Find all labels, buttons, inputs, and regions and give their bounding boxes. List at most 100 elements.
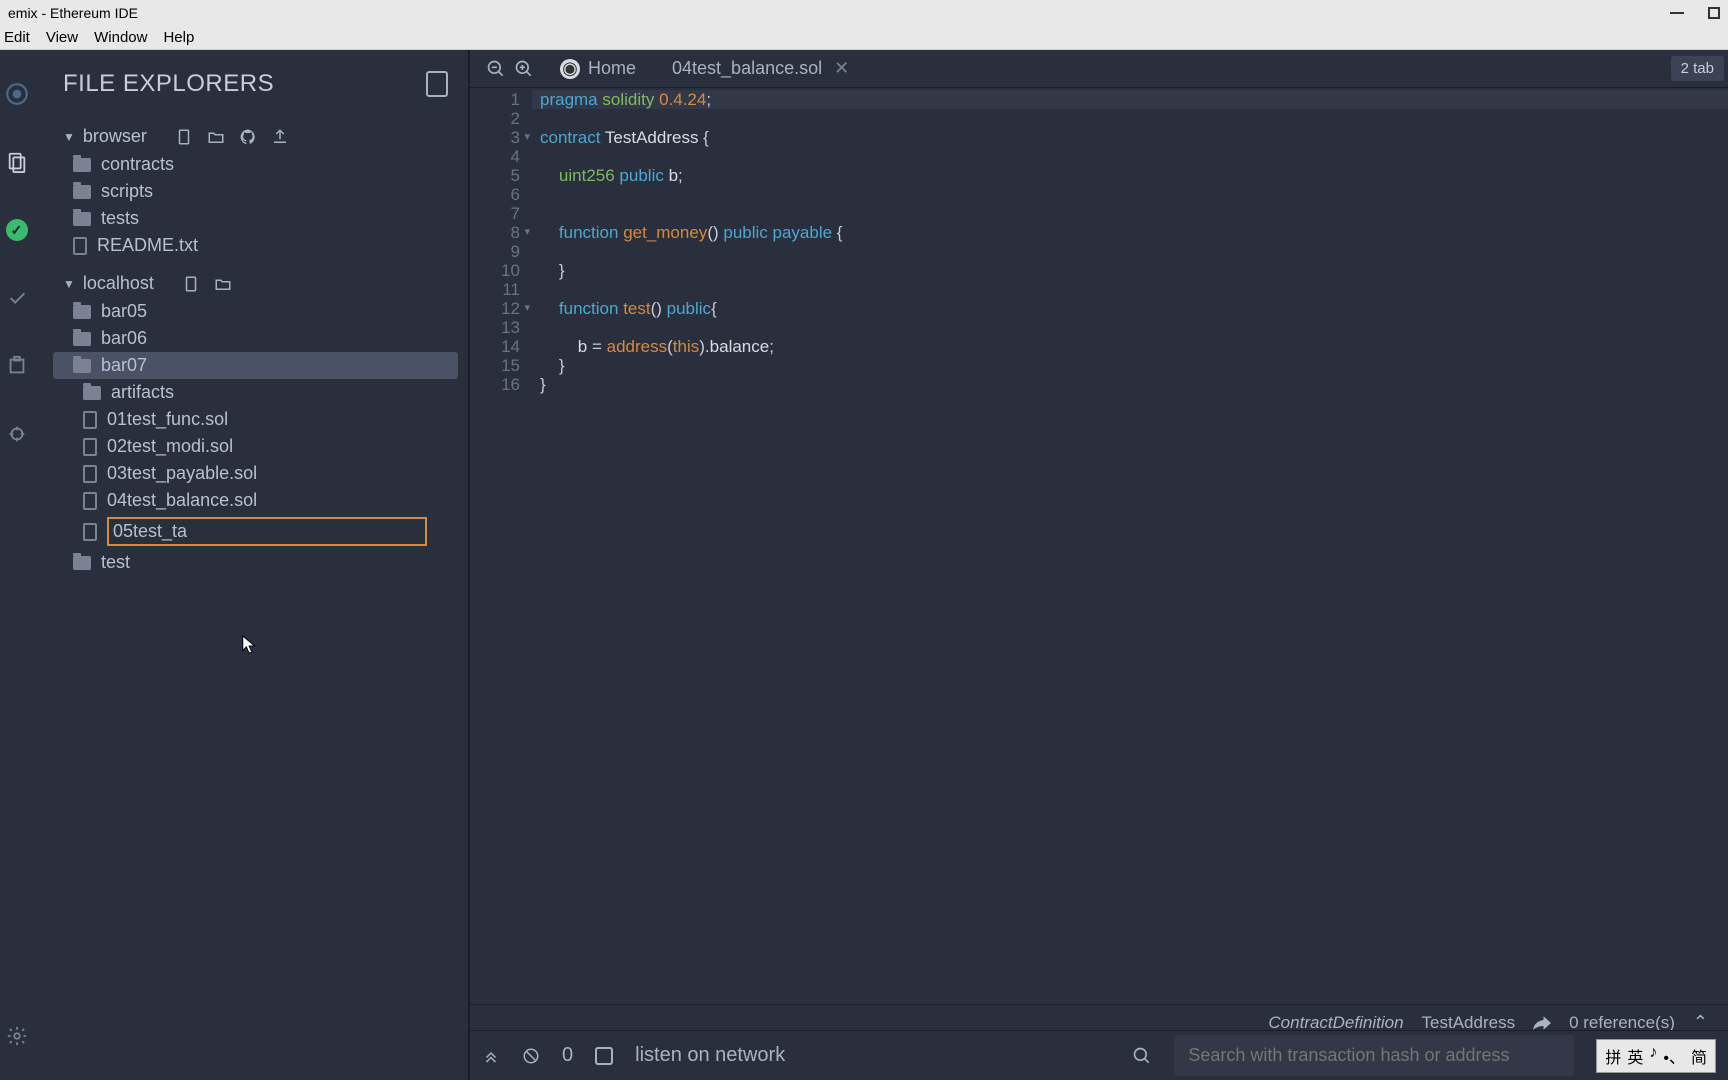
tree-folder-selected[interactable]: bar07 xyxy=(53,352,458,379)
caret-down-icon: ▼ xyxy=(63,277,75,291)
tree-file[interactable]: README.txt xyxy=(63,232,448,259)
ime-item[interactable]: 简 xyxy=(1691,1044,1707,1068)
menu-view[interactable]: View xyxy=(46,29,78,46)
tree-folder[interactable]: contracts xyxy=(63,151,448,178)
tree-file[interactable]: 01test_func.sol xyxy=(63,406,448,433)
icon-sidebar: ✓ xyxy=(0,50,33,1080)
panel-header: FILE EXPLORERS xyxy=(63,70,448,98)
rename-input[interactable] xyxy=(107,517,427,546)
home-icon: ◉ xyxy=(560,59,580,79)
menu-window[interactable]: Window xyxy=(94,29,147,46)
new-file-icon[interactable] xyxy=(175,128,193,146)
tree-folder[interactable]: bar05 xyxy=(63,298,448,325)
tree-label: artifacts xyxy=(111,382,174,403)
folder-icon xyxy=(73,556,91,570)
main-layout: ✓ FILE EXPLORERS ▼ browser xyxy=(0,50,1728,1080)
document-icon[interactable] xyxy=(426,71,448,97)
folder-icon xyxy=(73,158,91,172)
file-icon xyxy=(73,237,87,255)
search-icon[interactable] xyxy=(1132,1046,1152,1066)
tabs-count-badge[interactable]: 2 tab xyxy=(1671,56,1724,81)
pending-count: 0 xyxy=(562,1044,573,1067)
code-text[interactable]: pragma solidity 0.4.24; contract TestAdd… xyxy=(532,88,1728,1080)
expand-icon[interactable] xyxy=(482,1047,500,1065)
caret-down-icon: ▼ xyxy=(63,130,75,144)
tree-label: 03test_payable.sol xyxy=(107,463,257,484)
code-editor[interactable]: 123▾45678▾9101112▾13141516 pragma solidi… xyxy=(470,88,1728,1080)
settings-icon[interactable] xyxy=(3,1022,31,1050)
tab-bar: ◉ Home 04test_balance.sol ✕ 2 tab xyxy=(470,50,1728,88)
zoom-in-icon[interactable] xyxy=(514,59,534,79)
workspace-browser-header[interactable]: ▼ browser xyxy=(63,126,448,147)
file-explorer-icon[interactable] xyxy=(3,148,31,176)
ime-toolbar[interactable]: 拼 英 ♪ •、 简 xyxy=(1596,1039,1716,1073)
tree-file[interactable]: 04test_balance.sol xyxy=(63,487,448,514)
tree-folder[interactable]: scripts xyxy=(63,178,448,205)
tree-folder[interactable]: tests xyxy=(63,205,448,232)
tree-label: bar07 xyxy=(101,355,147,376)
tree-folder[interactable]: artifacts xyxy=(63,379,448,406)
tree-label: README.txt xyxy=(97,235,198,256)
close-icon[interactable]: ✕ xyxy=(834,58,849,79)
workspace-localhost-header[interactable]: ▼ localhost xyxy=(63,273,448,294)
menu-help[interactable]: Help xyxy=(163,29,194,46)
panel-title: FILE EXPLORERS xyxy=(63,70,274,98)
tab-search-tools xyxy=(478,59,542,79)
share-icon[interactable] xyxy=(1533,1016,1551,1030)
workspace-label: localhost xyxy=(83,273,154,294)
new-folder-icon[interactable] xyxy=(214,275,232,293)
file-icon xyxy=(83,523,97,541)
file-icon xyxy=(83,438,97,456)
workspace-actions xyxy=(182,275,232,293)
remix-logo-icon[interactable] xyxy=(3,80,31,108)
folder-icon xyxy=(83,386,101,400)
file-explorer-panel: FILE EXPLORERS ▼ browser contracts scrip… xyxy=(33,50,470,1080)
ime-item[interactable]: 英 xyxy=(1627,1044,1643,1068)
tab-file[interactable]: 04test_balance.sol ✕ xyxy=(654,50,867,88)
tab-home[interactable]: ◉ Home xyxy=(542,50,654,88)
tree-folder[interactable]: test xyxy=(63,549,448,576)
new-file-icon[interactable] xyxy=(182,275,200,293)
folder-icon xyxy=(73,305,91,319)
terminal-search-input[interactable] xyxy=(1174,1035,1574,1076)
ime-item[interactable]: ♪ xyxy=(1649,1044,1657,1068)
new-folder-icon[interactable] xyxy=(207,128,225,146)
menu-bar: Edit View Window Help xyxy=(0,26,1728,50)
upload-icon[interactable] xyxy=(271,128,289,146)
debugger-icon[interactable] xyxy=(3,420,31,448)
file-icon xyxy=(83,411,97,429)
github-icon[interactable] xyxy=(239,128,257,146)
tree-rename-row xyxy=(63,514,448,549)
tree-folder[interactable]: bar06 xyxy=(63,325,448,352)
plugin-icon[interactable] xyxy=(3,352,31,380)
tree-label: contracts xyxy=(101,154,174,175)
tree-label: tests xyxy=(101,208,139,229)
title-bar: emix - Ethereum IDE xyxy=(0,0,1728,26)
ime-item[interactable]: •、 xyxy=(1663,1044,1685,1068)
ime-item[interactable]: 拼 xyxy=(1605,1044,1621,1068)
deploy-icon[interactable] xyxy=(3,284,31,312)
listen-checkbox[interactable] xyxy=(595,1047,613,1065)
tree-file[interactable]: 02test_modi.sol xyxy=(63,433,448,460)
folder-icon xyxy=(73,359,91,373)
folder-icon xyxy=(73,185,91,199)
tree-file[interactable]: 03test_payable.sol xyxy=(63,460,448,487)
folder-icon xyxy=(73,212,91,226)
editor-area: ◉ Home 04test_balance.sol ✕ 2 tab 123▾45… xyxy=(470,50,1728,1080)
maximize-icon[interactable] xyxy=(1708,7,1720,19)
tab-label: 04test_balance.sol xyxy=(672,58,822,79)
tree-label: bar05 xyxy=(101,301,147,322)
tree-label: 04test_balance.sol xyxy=(107,490,257,511)
file-icon xyxy=(83,465,97,483)
zoom-out-icon[interactable] xyxy=(486,59,506,79)
menu-edit[interactable]: Edit xyxy=(4,29,30,46)
window-title: emix - Ethereum IDE xyxy=(8,5,138,21)
window-controls xyxy=(1670,7,1720,19)
tree-label: scripts xyxy=(101,181,153,202)
file-icon xyxy=(83,492,97,510)
tree-label: test xyxy=(101,552,130,573)
minimize-icon[interactable] xyxy=(1670,12,1684,14)
compiler-icon[interactable]: ✓ xyxy=(3,216,31,244)
ban-icon[interactable] xyxy=(522,1047,540,1065)
cursor-icon xyxy=(241,634,259,656)
